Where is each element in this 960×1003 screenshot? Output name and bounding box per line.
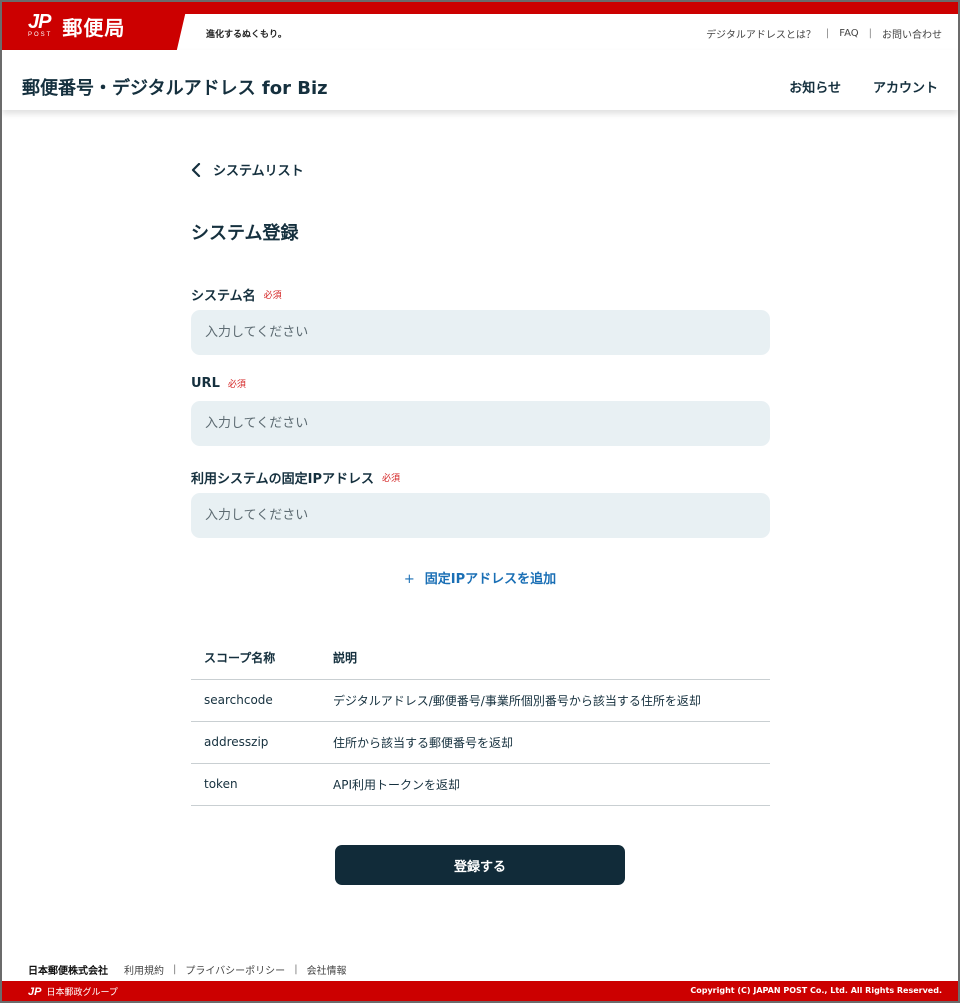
add-fixed-ip-label: 固定IPアドレスを追加 (424, 572, 557, 587)
japan-post-logo[interactable]: JP POST 郵便局 (2, 2, 188, 50)
required-badge: 必須 (381, 474, 400, 484)
fixed-ip-input[interactable] (191, 493, 770, 538)
field-label-fixed-ip: 利用システムの固定IPアドレス 必須 (191, 468, 400, 487)
group-label: 日本郵政グループ (46, 988, 118, 998)
table-row: searchcode デジタルアドレス/郵便番号/事業所個別番号から該当する住所… (191, 679, 770, 722)
field-label-text: URL (191, 376, 220, 391)
column-header-description: 説明 (320, 637, 770, 680)
table-row: token API利用トークンを返却 (191, 763, 770, 806)
field-label-text: 利用システムの固定IPアドレス (191, 472, 374, 487)
header-nav: お知らせ アカウント (789, 77, 938, 96)
scope-description-cell: デジタルアドレス/郵便番号/事業所個別番号から該当する住所を返却 (320, 679, 770, 722)
footer-links: 日本郵便株式会社 利用規約 | プライバシーポリシー | 会社情報 (28, 962, 347, 977)
field-label-system-name: システム名 必須 (191, 285, 282, 304)
service-title[interactable]: 郵便番号・デジタルアドレス for Biz (22, 74, 328, 100)
jp-post-logo-icon: JP POST (28, 11, 53, 39)
footer-link-privacy[interactable]: プライバシーポリシー (185, 962, 285, 977)
utility-links: デジタルアドレスとは？ | FAQ | お問い合わせ (706, 26, 942, 41)
chevron-left-icon (191, 162, 201, 177)
scope-name-cell: token (191, 763, 320, 806)
copyright-text: Copyright (C) JAPAN POST Co., Ltd. All R… (690, 986, 942, 995)
table-header-row: スコープ名称 説明 (191, 637, 770, 680)
table-row: addresszip 住所から該当する郵便番号を返却 (191, 721, 770, 764)
scope-description-cell: 住所から該当する郵便番号を返却 (320, 721, 770, 764)
brand-bar: JP POST 郵便局 進化するぬくもり。 デジタルアドレスとは？ | FAQ … (2, 2, 958, 50)
logo-post-text: POST (28, 32, 53, 38)
scope-table: スコープ名称 説明 searchcode デジタルアドレス/郵便番号/事業所個別… (191, 637, 770, 806)
link-what-is-digital-address[interactable]: デジタルアドレスとは？ (706, 26, 816, 41)
japan-post-group-logo: JP 日本郵政グループ (28, 985, 118, 999)
url-input[interactable] (191, 401, 770, 446)
brand-tagline: 進化するぬくもり。 (206, 30, 287, 40)
separator: | (173, 964, 177, 975)
separator: | (294, 964, 298, 975)
logo-jp-text: JP (28, 11, 51, 33)
nav-news[interactable]: お知らせ (789, 77, 841, 96)
system-name-input[interactable] (191, 310, 770, 355)
add-fixed-ip-button[interactable]: + 固定IPアドレスを追加 (0, 568, 960, 587)
back-link-label: システムリスト (213, 164, 304, 179)
required-badge: 必須 (227, 380, 246, 390)
scope-name-cell: addresszip (191, 721, 320, 764)
nav-account[interactable]: アカウント (873, 77, 938, 96)
scope-description-cell: API利用トークンを返却 (320, 763, 770, 806)
page-title: システム登録 (191, 223, 299, 244)
required-badge: 必須 (263, 291, 282, 301)
field-label-text: システム名 (191, 289, 256, 304)
register-button[interactable]: 登録する (335, 845, 625, 885)
separator: | (868, 28, 872, 39)
jp-mark-icon: JP (28, 985, 42, 998)
footer-company-name: 日本郵便株式会社 (28, 966, 108, 977)
scope-name-cell: searchcode (191, 679, 320, 722)
service-header: 郵便番号・デジタルアドレス for Biz お知らせ アカウント (2, 50, 958, 110)
separator: | (825, 28, 830, 39)
footer-bar: JP 日本郵政グループ Copyright (C) JAPAN POST Co.… (2, 981, 958, 1001)
plus-icon: + (403, 572, 415, 587)
footer-link-terms[interactable]: 利用規約 (124, 962, 164, 977)
brand-name: 郵便局 (62, 15, 126, 40)
field-label-url: URL 必須 (191, 376, 246, 391)
link-contact[interactable]: お問い合わせ (882, 26, 942, 41)
link-faq[interactable]: FAQ (839, 28, 858, 39)
footer-link-company-info[interactable]: 会社情報 (307, 962, 347, 977)
back-to-system-list-link[interactable]: システムリスト (191, 160, 304, 179)
column-header-scope-name: スコープ名称 (191, 637, 320, 680)
